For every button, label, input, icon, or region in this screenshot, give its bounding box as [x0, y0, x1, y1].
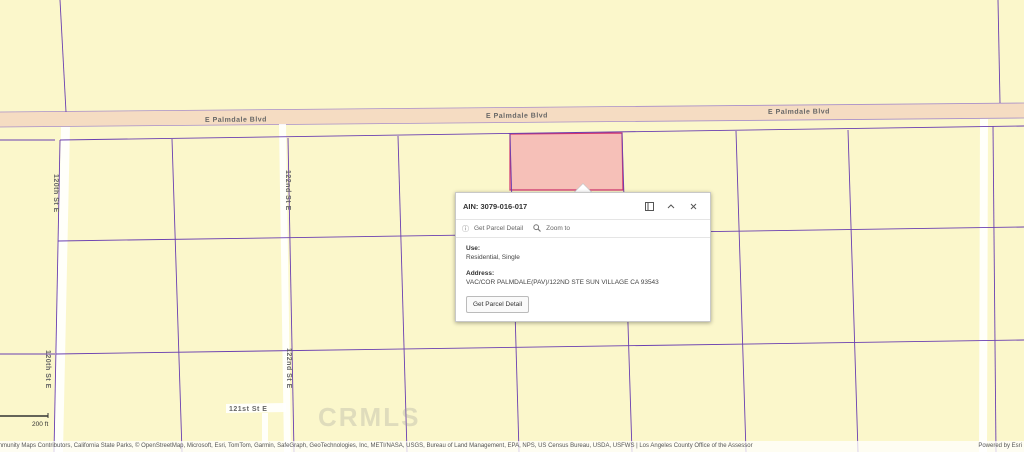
zoom-to-action[interactable]: Zoom to	[533, 223, 570, 234]
powered-by-link[interactable]: Powered by Esri	[978, 441, 1022, 452]
road-label-120th-1: 120th St E	[52, 174, 59, 213]
east-road	[979, 119, 988, 452]
watermark: CRMLS	[318, 402, 421, 432]
attribution-text: mmunity Maps Contributors, California St…	[0, 443, 753, 449]
road-label-120th-2: 120th St E	[44, 350, 51, 389]
road-label-122nd-1: 122nd St E	[284, 170, 291, 211]
selected-parcel[interactable]	[509, 132, 624, 191]
popup-actions: ⓘ Get Parcel Detail Zoom to	[456, 220, 710, 238]
get-parcel-detail-button[interactable]: Get Parcel Detail	[466, 296, 530, 313]
dock-icon[interactable]	[638, 197, 660, 215]
address-label: Address:	[466, 270, 495, 277]
road-label-122nd-2: 122nd St E	[285, 348, 292, 389]
road-label-palmdale-3: E Palmdale Blvd	[768, 108, 830, 116]
action-label: Zoom to	[546, 225, 570, 232]
zoom-icon	[533, 223, 542, 234]
chevron-up-icon[interactable]	[660, 197, 682, 215]
scalebar-label: 200 ft	[32, 421, 49, 428]
scalebar: 200 ft	[0, 413, 50, 433]
popup-body: Use: Residential, Single Address: VAC/CO…	[456, 238, 710, 319]
parcel-popup: AIN: 3079-016-017 ⓘ Get Parcel Detail Zo…	[455, 192, 711, 322]
use-label: Use:	[466, 245, 481, 252]
action-label: Get Parcel Detail	[474, 225, 524, 232]
popup-header: AIN: 3079-016-017	[456, 193, 710, 220]
get-parcel-detail-action[interactable]: ⓘ Get Parcel Detail	[462, 224, 523, 234]
road-label-121st: 121st St E	[229, 406, 267, 413]
use-value: Residential, Single	[466, 254, 520, 261]
attribution-bar: mmunity Maps Contributors, California St…	[0, 441, 1024, 452]
address-value: VAC/COR PALMDALE(PAV)/122ND STE SUN VILL…	[466, 279, 659, 286]
road-label-palmdale-1: E Palmdale Blvd	[205, 116, 267, 124]
info-icon: ⓘ	[462, 225, 469, 233]
road-label-palmdale-2: E Palmdale Blvd	[486, 112, 548, 120]
popup-title: AIN: 3079-016-017	[463, 201, 528, 211]
121st-st-spur	[262, 413, 268, 443]
close-icon[interactable]	[682, 197, 704, 215]
